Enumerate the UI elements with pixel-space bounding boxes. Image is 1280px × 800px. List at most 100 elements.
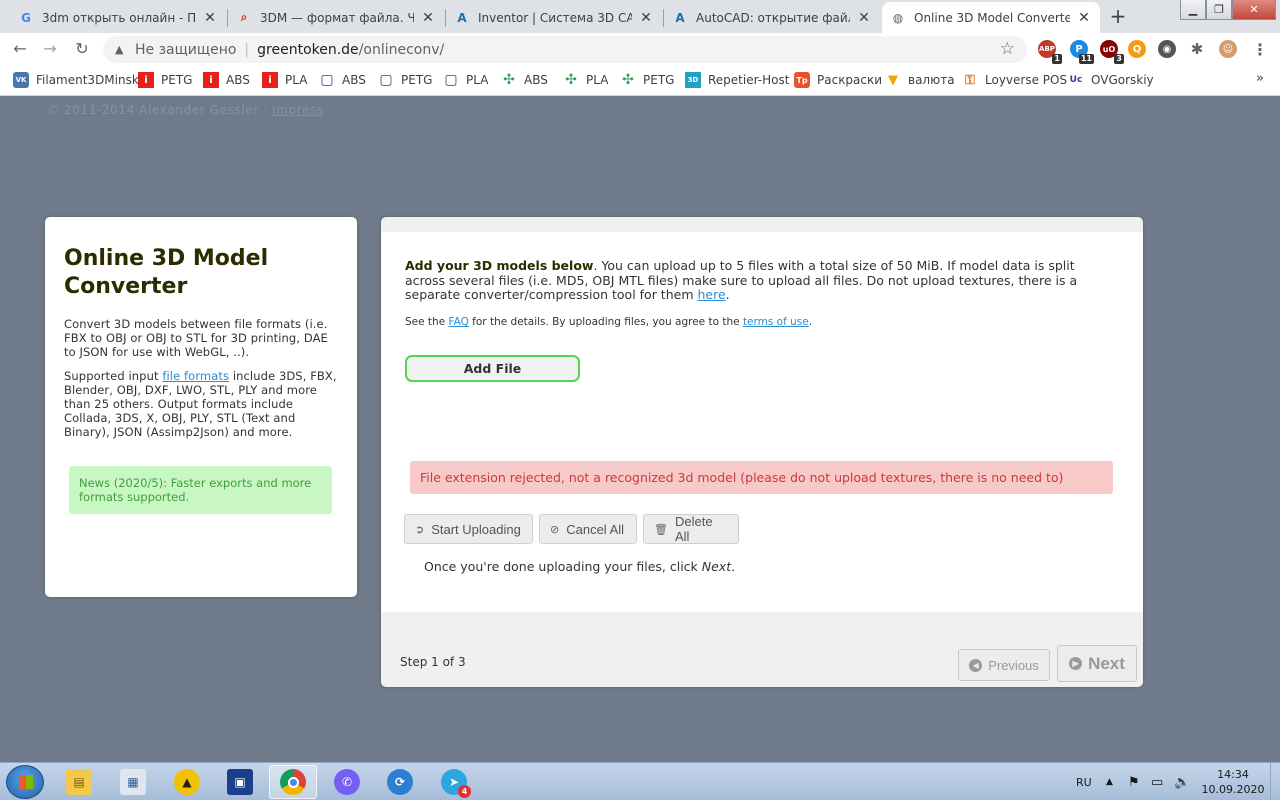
cross-icon: ✣ (503, 72, 515, 88)
taskbar-sync-app[interactable]: ⟳ (376, 765, 424, 799)
bookmark-item[interactable]: i PLA (262, 72, 307, 88)
vk-icon: VK (13, 72, 29, 88)
impress-link[interactable]: Impress (272, 103, 324, 117)
address-bar[interactable]: ▲ Не защищено | greentoken.de/onlineconv… (103, 36, 1027, 63)
next-icon: ▶ (1069, 657, 1083, 670)
back-icon[interactable]: ← (9, 38, 31, 60)
close-tab-icon[interactable]: ✕ (638, 10, 654, 26)
bookmark-item[interactable]: VK Filament3DMinsk (13, 72, 139, 88)
start-uploading-button[interactable]: ➲ Start Uploading (404, 514, 533, 544)
extensions-puzzle-icon[interactable]: ✱ (1188, 40, 1206, 58)
taskbar-viber[interactable]: ✆ (323, 765, 371, 799)
tab-inventor[interactable]: A Inventor | Система 3D CAD для п ✕ (446, 2, 662, 33)
close-tab-icon[interactable]: ✕ (420, 10, 436, 26)
close-tab-icon[interactable]: ✕ (1076, 10, 1092, 26)
bookmark-item[interactable]: Tp Раскраски (794, 72, 882, 88)
more-bookmarks-icon[interactable]: » (1256, 71, 1264, 86)
bookmark-item[interactable]: ▼ валюта (885, 72, 955, 88)
compression-tool-link[interactable]: here (697, 287, 725, 302)
square-icon: ▢ (444, 72, 458, 88)
step-indicator: Step 1 of 3 (400, 655, 466, 669)
volume-icon[interactable]: 🔈 (1174, 763, 1190, 800)
close-tab-icon[interactable]: ✕ (202, 10, 218, 26)
warning-icon[interactable]: ▲ (115, 43, 129, 57)
tab-online-3d-converter[interactable]: ◍ Online 3D Model Converter ✕ (882, 2, 1100, 33)
bookmark-item[interactable]: i ABS (203, 72, 250, 88)
security-label[interactable]: Не защищено (135, 42, 236, 58)
bookmark-item[interactable]: ✣ PETG (620, 72, 674, 88)
bookmark-star-icon[interactable]: ☆ (1000, 39, 1015, 59)
tab-title: AutoCAD: открытие файлов RVT (696, 10, 850, 25)
new-tab-button[interactable]: + (1106, 5, 1130, 29)
tp-icon: Tp (794, 72, 810, 88)
windows-logo-icon (19, 775, 33, 789)
bookmark-item[interactable]: ✣ PLA (563, 72, 608, 88)
bookmark-item[interactable]: ▢ PETG (378, 72, 432, 88)
bookmark-item[interactable]: ✣ ABS (501, 72, 548, 88)
taskbar-chrome[interactable] (269, 765, 317, 799)
cross-icon: ✣ (622, 72, 634, 88)
taskbar-explorer[interactable]: ▤ (55, 765, 103, 799)
browser-toolbar: ← → ↻ ▲ Не защищено | greentoken.de/onli… (0, 33, 1280, 65)
cancel-all-button[interactable]: ⊘ Cancel All (539, 514, 637, 544)
browser-tab-strip: G 3dm открыть онлайн - Поиск в G ✕ ⌕ 3DM… (0, 0, 1280, 33)
description-text: Convert 3D models between file formats (… (64, 317, 328, 359)
faq-link[interactable]: FAQ (449, 316, 469, 328)
ublock-extension-icon[interactable]: uO 3 (1100, 40, 1124, 64)
reload-icon[interactable]: ↻ (71, 38, 93, 60)
tab-title: 3dm открыть онлайн - Поиск в G (42, 10, 196, 25)
tab-autocad[interactable]: A AutoCAD: открытие файлов RVT ✕ (664, 2, 880, 33)
autodesk-icon: A (675, 10, 685, 25)
extension-icon[interactable]: P 11 (1070, 40, 1094, 64)
windows-taskbar: ▤ ▦ ▲ ▣ ✆ ⟳ ➤ 4 RU ▲ ⚑ ▭ 🔈 14:34 10.09.20… (0, 762, 1280, 800)
taskbar-save-app[interactable]: ▣ (216, 765, 264, 799)
taskbar-telegram[interactable]: ➤ 4 (430, 765, 478, 799)
network-icon[interactable]: ▭ (1151, 763, 1163, 800)
next-button[interactable]: ▶ Next (1057, 645, 1137, 682)
file-formats-link[interactable]: file formats (162, 369, 229, 383)
url-host: greentoken.de (257, 41, 359, 58)
show-hidden-icons[interactable]: ▲ (1106, 763, 1113, 800)
minimize-button[interactable]: ▁ (1180, 0, 1206, 20)
forward-icon[interactable]: → (39, 38, 61, 60)
bookmark-item[interactable]: 3D Repetier-Host (685, 72, 789, 88)
tab-3dm-format[interactable]: ⌕ 3DM — формат файла. Чем открыт ✕ (228, 2, 444, 33)
archiver-icon: ▲ (174, 769, 200, 795)
terms-of-use-link[interactable]: terms of use (743, 316, 809, 328)
loyverse-icon: ⚿ (965, 72, 975, 88)
bookmark-item[interactable]: ▢ PLA (443, 72, 488, 88)
show-desktop-button[interactable] (1270, 763, 1280, 800)
bookmark-item[interactable]: Uc OVGorskiy (1068, 72, 1154, 88)
language-indicator[interactable]: RU (1076, 763, 1092, 800)
tab-google-search[interactable]: G 3dm открыть онлайн - Поиск в G ✕ (10, 2, 226, 33)
bookmark-item[interactable]: ▢ ABS (319, 72, 365, 88)
profile-avatar[interactable]: ☺ (1219, 40, 1237, 58)
i-icon: i (203, 72, 219, 88)
search-extension-icon[interactable]: Q (1128, 40, 1146, 58)
viber-icon: ✆ (334, 769, 360, 795)
extension-icon[interactable]: ◉ (1158, 40, 1176, 58)
info-card: Online 3D Model Converter Convert 3D mod… (45, 217, 357, 597)
taskbar-archiver[interactable]: ▲ (163, 765, 211, 799)
add-file-button[interactable]: Add File (405, 355, 580, 382)
maximize-button[interactable]: ❐ (1206, 0, 1232, 20)
taskbar-calculator[interactable]: ▦ (109, 765, 157, 799)
uc-icon: Uc (1069, 75, 1083, 85)
cancel-icon: ⊘ (550, 523, 560, 536)
notification-badge: 4 (458, 785, 471, 798)
bookmark-item[interactable]: i PETG (138, 72, 192, 88)
tab-title: Online 3D Model Converter (914, 10, 1070, 25)
flag-icon[interactable]: ⚑ (1128, 763, 1140, 800)
adblock-extension-icon[interactable]: ABP 1 (1038, 40, 1062, 64)
close-window-button[interactable]: ✕ (1232, 0, 1276, 20)
delete-all-button[interactable]: 🗑 Delete All (643, 514, 739, 544)
start-button[interactable] (6, 765, 44, 799)
close-tab-icon[interactable]: ✕ (856, 10, 872, 26)
clock[interactable]: 14:34 10.09.2020 (1200, 767, 1266, 797)
i-icon: i (262, 72, 278, 88)
faq-notice: See the FAQ for the details. By uploadin… (405, 316, 813, 328)
menu-icon[interactable]: ⋮ (1251, 40, 1269, 59)
previous-button[interactable]: ◀ Previous (958, 649, 1050, 681)
magnifier-icon: ⌕ (240, 10, 248, 24)
bookmark-item[interactable]: ⚿ Loyverse POS (962, 72, 1067, 88)
